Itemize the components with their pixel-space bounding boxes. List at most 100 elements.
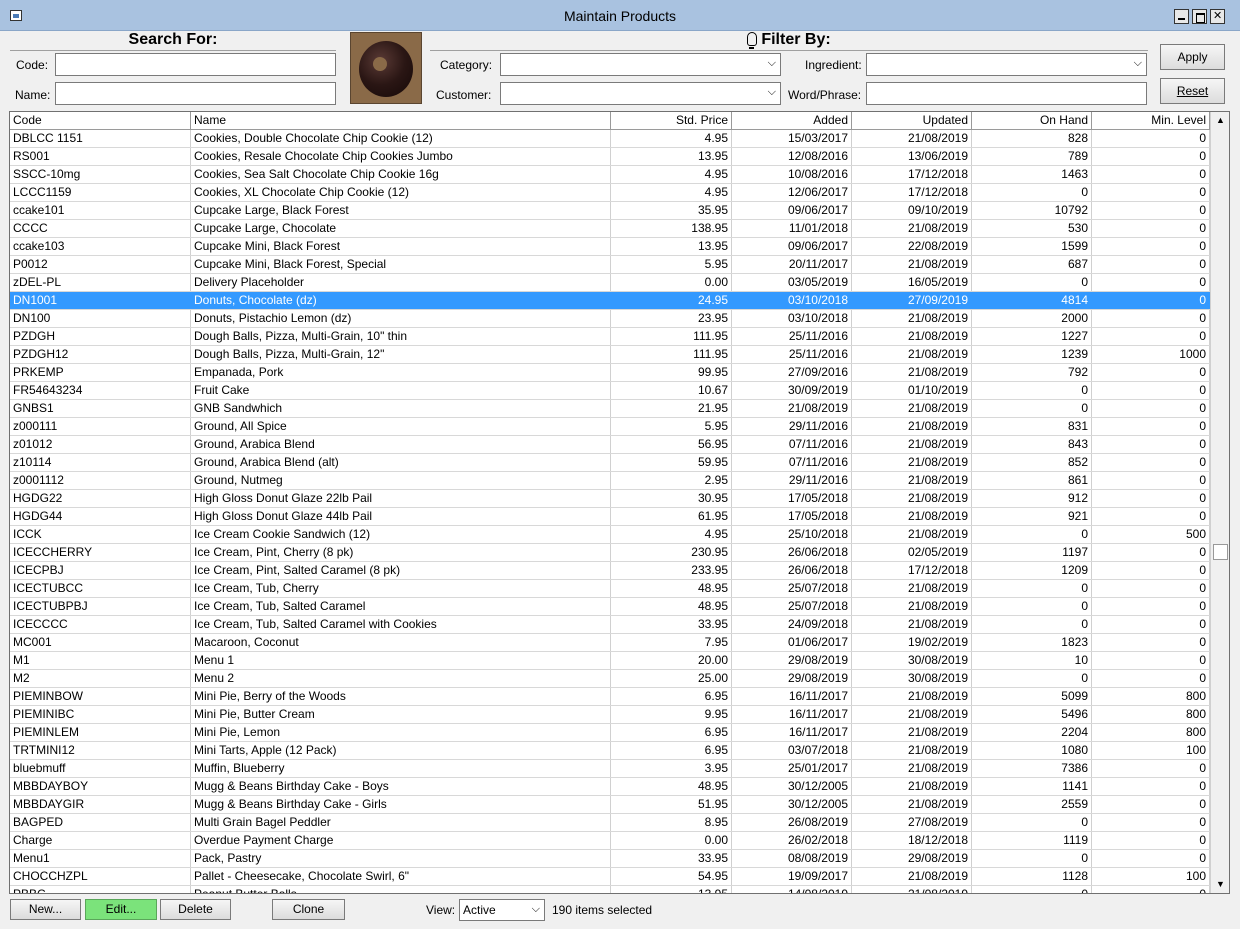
- scrollbar-thumb[interactable]: [1213, 544, 1228, 560]
- cell-on-hand: 4814: [972, 292, 1092, 309]
- table-row[interactable]: ICECPBJ Ice Cream, Pint, Salted Caramel (…: [10, 562, 1210, 580]
- apply-button[interactable]: Apply: [1160, 44, 1225, 70]
- cell-updated: 21/08/2019: [852, 418, 972, 435]
- column-header-code[interactable]: Code: [10, 112, 191, 130]
- minimize-button[interactable]: [1174, 9, 1189, 24]
- table-row[interactable]: GNBS1 GNB Sandwhich 21.95 21/08/2019 21/08/2…: [10, 400, 1210, 418]
- word-phrase-input[interactable]: [866, 82, 1147, 105]
- table-row[interactable]: CHOCCHZPL Pallet - Cheesecake, Chocolate …: [10, 868, 1210, 886]
- column-header-added[interactable]: Added: [732, 112, 852, 130]
- cell-name: Mini Tarts, Apple (12 Pack): [191, 742, 611, 759]
- cell-min-level: 0: [1092, 472, 1210, 489]
- column-header-on-hand[interactable]: On Hand: [972, 112, 1092, 130]
- table-row[interactable]: MC001 Macaroon, Coconut 7.95 01/06/2017 19/0…: [10, 634, 1210, 652]
- table-row[interactable]: PBBC Peanut Butter Balls 13.95 14/08/2019 21…: [10, 886, 1210, 893]
- table-row[interactable]: PIEMINLEM Mini Pie, Lemon 6.95 16/11/2017 21…: [10, 724, 1210, 742]
- table-row[interactable]: HGDG22 High Gloss Donut Glaze 22lb Pail 30…: [10, 490, 1210, 508]
- cell-added: 07/11/2016: [732, 454, 852, 471]
- view-value: Active: [463, 903, 496, 917]
- column-header-updated[interactable]: Updated: [852, 112, 972, 130]
- table-row[interactable]: z0001112 Ground, Nutmeg 2.95 29/11/2016 21/0…: [10, 472, 1210, 490]
- table-row[interactable]: PIEMINIBC Mini Pie, Butter Cream 9.95 16/11…: [10, 706, 1210, 724]
- reset-button[interactable]: Reset: [1160, 78, 1225, 104]
- column-header-std-price[interactable]: Std. Price: [611, 112, 732, 130]
- close-button[interactable]: [1210, 9, 1225, 24]
- maximize-button[interactable]: [1192, 9, 1207, 24]
- cell-updated: 21/08/2019: [852, 454, 972, 471]
- cell-std-price: 99.95: [611, 364, 732, 381]
- table-row[interactable]: PZDGH12 Dough Balls, Pizza, Multi-Grain, …: [10, 346, 1210, 364]
- table-row[interactable]: TRTMINI12 Mini Tarts, Apple (12 Pack) 6.95…: [10, 742, 1210, 760]
- cell-std-price: 4.95: [611, 130, 732, 147]
- cell-updated: 17/12/2018: [852, 562, 972, 579]
- delete-button[interactable]: Delete: [160, 899, 231, 920]
- table-row[interactable]: PRKEMP Empanada, Pork 99.95 27/09/2016 21/08…: [10, 364, 1210, 382]
- cell-on-hand: 2559: [972, 796, 1092, 813]
- table-row[interactable]: CCCC Cupcake Large, Chocolate 138.95 11/01/…: [10, 220, 1210, 238]
- table-row[interactable]: FR54643234 Fruit Cake 10.67 30/09/2019 01/10…: [10, 382, 1210, 400]
- products-table[interactable]: Code Name Std. Price Added Updated On Ha…: [9, 111, 1230, 894]
- cell-updated: 21/08/2019: [852, 328, 972, 345]
- table-row[interactable]: DBLCC 1151 Cookies, Double Chocolate Chip…: [10, 130, 1210, 148]
- table-row[interactable]: M2 Menu 2 25.00 29/08/2019 30/08/2019 0 0: [10, 670, 1210, 688]
- table-row[interactable]: DN100 Donuts, Pistachio Lemon (dz) 23.95 03…: [10, 310, 1210, 328]
- table-row[interactable]: DN1001 Donuts, Chocolate (dz) 24.95 03/10/2…: [10, 292, 1210, 310]
- cell-name: Peanut Butter Balls: [191, 886, 611, 893]
- cell-code: ccake101: [10, 202, 191, 219]
- filter-section-title: Filter By:: [430, 31, 1148, 51]
- table-row[interactable]: RS001 Cookies, Resale Chocolate Chip Cook…: [10, 148, 1210, 166]
- code-input[interactable]: [55, 53, 336, 76]
- column-header-name[interactable]: Name: [191, 112, 611, 130]
- table-row[interactable]: PZDGH Dough Balls, Pizza, Multi-Grain, 10…: [10, 328, 1210, 346]
- cell-name: Cupcake Mini, Black Forest, Special: [191, 256, 611, 273]
- table-row[interactable]: zDEL-PL Delivery Placeholder 0.00 03/05/201…: [10, 274, 1210, 292]
- table-row[interactable]: BAGPED Multi Grain Bagel Peddler 8.95 26/08…: [10, 814, 1210, 832]
- table-row[interactable]: z10114 Ground, Arabica Blend (alt) 59.95 07…: [10, 454, 1210, 472]
- cell-code: PBBC: [10, 886, 191, 893]
- table-row[interactable]: HGDG44 High Gloss Donut Glaze 44lb Pail 61…: [10, 508, 1210, 526]
- cell-std-price: 111.95: [611, 328, 732, 345]
- cell-name: Mugg & Beans Birthday Cake - Boys: [191, 778, 611, 795]
- table-row[interactable]: PIEMINBOW Mini Pie, Berry of the Woods 6.9…: [10, 688, 1210, 706]
- vertical-scrollbar[interactable]: ▲ ▼: [1210, 112, 1229, 893]
- customer-dropdown[interactable]: ⌵: [500, 82, 781, 105]
- table-row[interactable]: bluebmuff Muffin, Blueberry 3.95 25/01/2017…: [10, 760, 1210, 778]
- table-row[interactable]: MBBDAYGIR Mugg & Beans Birthday Cake - Gi…: [10, 796, 1210, 814]
- table-row[interactable]: MBBDAYBOY Mugg & Beans Birthday Cake - Bo…: [10, 778, 1210, 796]
- table-row[interactable]: ICECTUBCC Ice Cream, Tub, Cherry 48.95 25/0…: [10, 580, 1210, 598]
- column-header-min-level[interactable]: Min. Level: [1092, 112, 1210, 130]
- table-row[interactable]: ICECTUBPBJ Ice Cream, Tub, Salted Caramel…: [10, 598, 1210, 616]
- table-row[interactable]: M1 Menu 1 20.00 29/08/2019 30/08/2019 10 0: [10, 652, 1210, 670]
- table-row[interactable]: ccake103 Cupcake Mini, Black Forest 13.95 0…: [10, 238, 1210, 256]
- table-row[interactable]: LCCC1159 Cookies, XL Chocolate Chip Cooki…: [10, 184, 1210, 202]
- table-row[interactable]: z000111 Ground, All Spice 5.95 29/11/2016 21…: [10, 418, 1210, 436]
- cell-on-hand: 7386: [972, 760, 1092, 777]
- scroll-up-icon[interactable]: ▲: [1212, 112, 1229, 129]
- scroll-down-icon[interactable]: ▼: [1212, 876, 1229, 893]
- table-row[interactable]: P0012 Cupcake Mini, Black Forest, Special…: [10, 256, 1210, 274]
- table-row[interactable]: ICCK Ice Cream Cookie Sandwich (12) 4.95 25…: [10, 526, 1210, 544]
- cell-code: z10114: [10, 454, 191, 471]
- table-row[interactable]: ccake101 Cupcake Large, Black Forest 35.95…: [10, 202, 1210, 220]
- cell-std-price: 30.95: [611, 490, 732, 507]
- edit-button[interactable]: Edit...: [85, 899, 157, 920]
- table-row[interactable]: ICECCHERRY Ice Cream, Pint, Cherry (8 pk)…: [10, 544, 1210, 562]
- cell-updated: 21/08/2019: [852, 616, 972, 633]
- cell-updated: 16/05/2019: [852, 274, 972, 291]
- ingredient-dropdown[interactable]: ⌵: [866, 53, 1147, 76]
- table-row[interactable]: Menu1 Pack, Pastry 33.95 08/08/2019 29/08/20…: [10, 850, 1210, 868]
- cell-on-hand: 843: [972, 436, 1092, 453]
- table-row[interactable]: ICECCCC Ice Cream, Tub, Salted Caramel wi…: [10, 616, 1210, 634]
- cell-name: GNB Sandwhich: [191, 400, 611, 417]
- table-row[interactable]: z01012 Ground, Arabica Blend 56.95 07/11/20…: [10, 436, 1210, 454]
- table-row[interactable]: SSCC-10mg Cookies, Sea Salt Chocolate Chi…: [10, 166, 1210, 184]
- name-input[interactable]: [55, 82, 336, 105]
- cell-name: Cupcake Large, Black Forest: [191, 202, 611, 219]
- clone-button[interactable]: Clone: [272, 899, 345, 920]
- category-dropdown[interactable]: ⌵: [500, 53, 781, 76]
- cell-min-level: 0: [1092, 184, 1210, 201]
- table-row[interactable]: Charge Overdue Payment Charge 0.00 26/02/20…: [10, 832, 1210, 850]
- view-dropdown[interactable]: Active ⌵: [459, 899, 545, 921]
- new-button[interactable]: New...: [10, 899, 81, 920]
- cell-min-level: 0: [1092, 364, 1210, 381]
